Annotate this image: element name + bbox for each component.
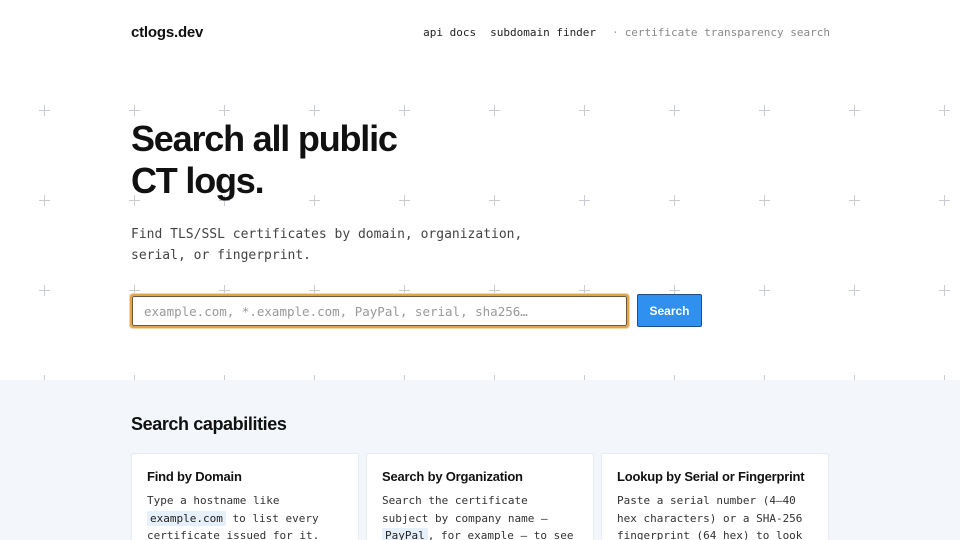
site-tagline: certificate transparency search (624, 26, 830, 39)
capability-card-domain: Find by Domain Type a hostname like exam… (131, 453, 359, 540)
plus-mark-icon (39, 105, 50, 116)
plus-mark-icon (219, 105, 230, 116)
hero-title-line2: CT logs. (131, 160, 265, 201)
brand-logo[interactable]: ctlogs.dev (131, 24, 203, 41)
card-text: Paste a serial number (4–40 hex characte… (617, 494, 803, 540)
nav-link-subdomain-finder[interactable]: subdomain finder (490, 26, 596, 39)
site-header: ctlogs.dev api docs subdomain finder · c… (0, 0, 960, 66)
capabilities-title: Search capabilities (131, 414, 287, 434)
card-title: Find by Domain (147, 469, 242, 484)
plus-mark-icon (849, 105, 860, 116)
plus-mark-icon (39, 285, 50, 296)
plus-mark-icon (579, 105, 590, 116)
plus-mark-icon (39, 195, 50, 206)
card-description: Type a hostname like example.com to list… (147, 492, 343, 540)
plus-mark-icon (309, 105, 320, 116)
card-code-example: example.com (147, 510, 226, 526)
plus-mark-icon (579, 195, 590, 206)
plus-mark-icon (489, 105, 500, 116)
card-description: Paste a serial number (4–40 hex characte… (617, 492, 813, 540)
plus-mark-icon (759, 195, 770, 206)
plus-mark-icon (669, 105, 680, 116)
card-text: Search the certificate subject by compan… (382, 494, 548, 525)
search-button[interactable]: Search (637, 294, 702, 327)
hero-subtitle-line2: serial, or fingerprint. (131, 248, 312, 263)
card-title: Lookup by Serial or Fingerprint (617, 469, 805, 484)
plus-mark-icon (939, 105, 950, 116)
plus-mark-icon (759, 105, 770, 116)
card-code-example: PayPal (382, 528, 428, 540)
card-text: Type a hostname like (147, 494, 280, 507)
capability-card-organization: Search by Organization Search the certif… (366, 453, 594, 540)
hero-subtitle-line1: Find TLS/SSL certificates by domain, org… (131, 227, 523, 242)
nav-separator: · (612, 26, 619, 39)
plus-mark-icon (939, 285, 950, 296)
card-description: Search the certificate subject by compan… (382, 492, 578, 540)
capabilities-section: Search capabilities Find by Domain Type … (0, 380, 960, 540)
plus-mark-icon (939, 195, 950, 206)
plus-mark-icon (849, 285, 860, 296)
capability-card-serial-fingerprint: Lookup by Serial or Fingerprint Paste a … (601, 453, 829, 540)
hero-title: Search all public CT logs. (131, 118, 551, 202)
plus-mark-icon (759, 285, 770, 296)
hero-subtitle: Find TLS/SSL certificates by domain, org… (131, 224, 551, 266)
plus-mark-icon (849, 195, 860, 206)
card-title: Search by Organization (382, 469, 523, 484)
nav-link-api-docs[interactable]: api docs (423, 26, 476, 39)
top-nav: api docs subdomain finder · certificate … (409, 26, 830, 39)
hero-title-line1: Search all public (131, 118, 398, 159)
plus-mark-icon (399, 105, 410, 116)
plus-mark-icon (129, 105, 140, 116)
plus-mark-icon (669, 195, 680, 206)
search-field-wrapper (130, 294, 629, 328)
search-input[interactable] (132, 296, 627, 326)
